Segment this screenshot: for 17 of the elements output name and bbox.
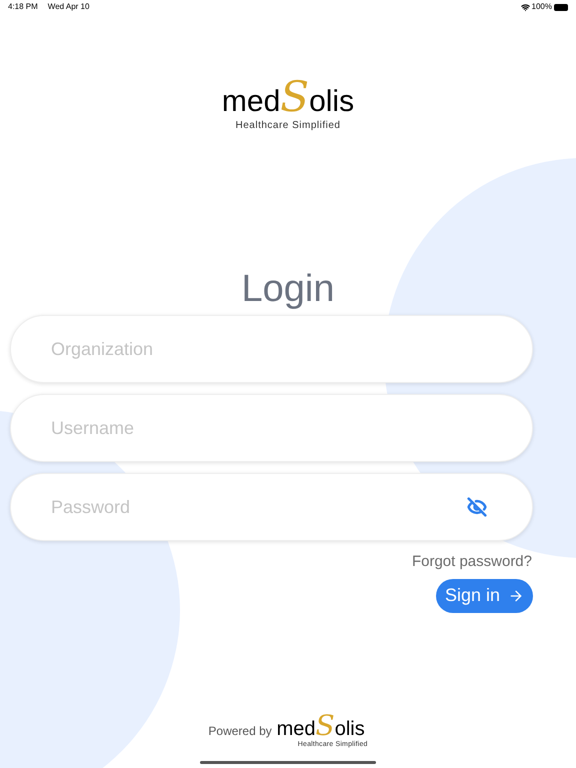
- logo-wordmark: medSolis: [222, 76, 354, 118]
- input-field[interactable]: Organization: [10, 315, 533, 383]
- powered-by-label: Powered by: [208, 723, 272, 740]
- wifi-icon: [520, 2, 530, 12]
- sign-in-button[interactable]: Sign in: [436, 578, 533, 612]
- forgot-password-link[interactable]: Forgot password?: [412, 551, 532, 574]
- battery-icon: [554, 4, 568, 10]
- password-field[interactable]: Password: [10, 473, 533, 541]
- hide-password-icon[interactable]: [467, 497, 487, 517]
- logo-wordmark: medSolis: [276, 712, 365, 740]
- logo-tagline: Healthcare Simplified: [236, 119, 340, 133]
- status-date: Wed Apr 10: [48, 1, 90, 13]
- status-time: 4:18 PM: [8, 1, 38, 13]
- input-field[interactable]: Username: [10, 394, 533, 462]
- login-title: Login: [240, 267, 336, 311]
- arrow-right-icon: [508, 588, 524, 604]
- battery-percent: 100%: [532, 1, 552, 13]
